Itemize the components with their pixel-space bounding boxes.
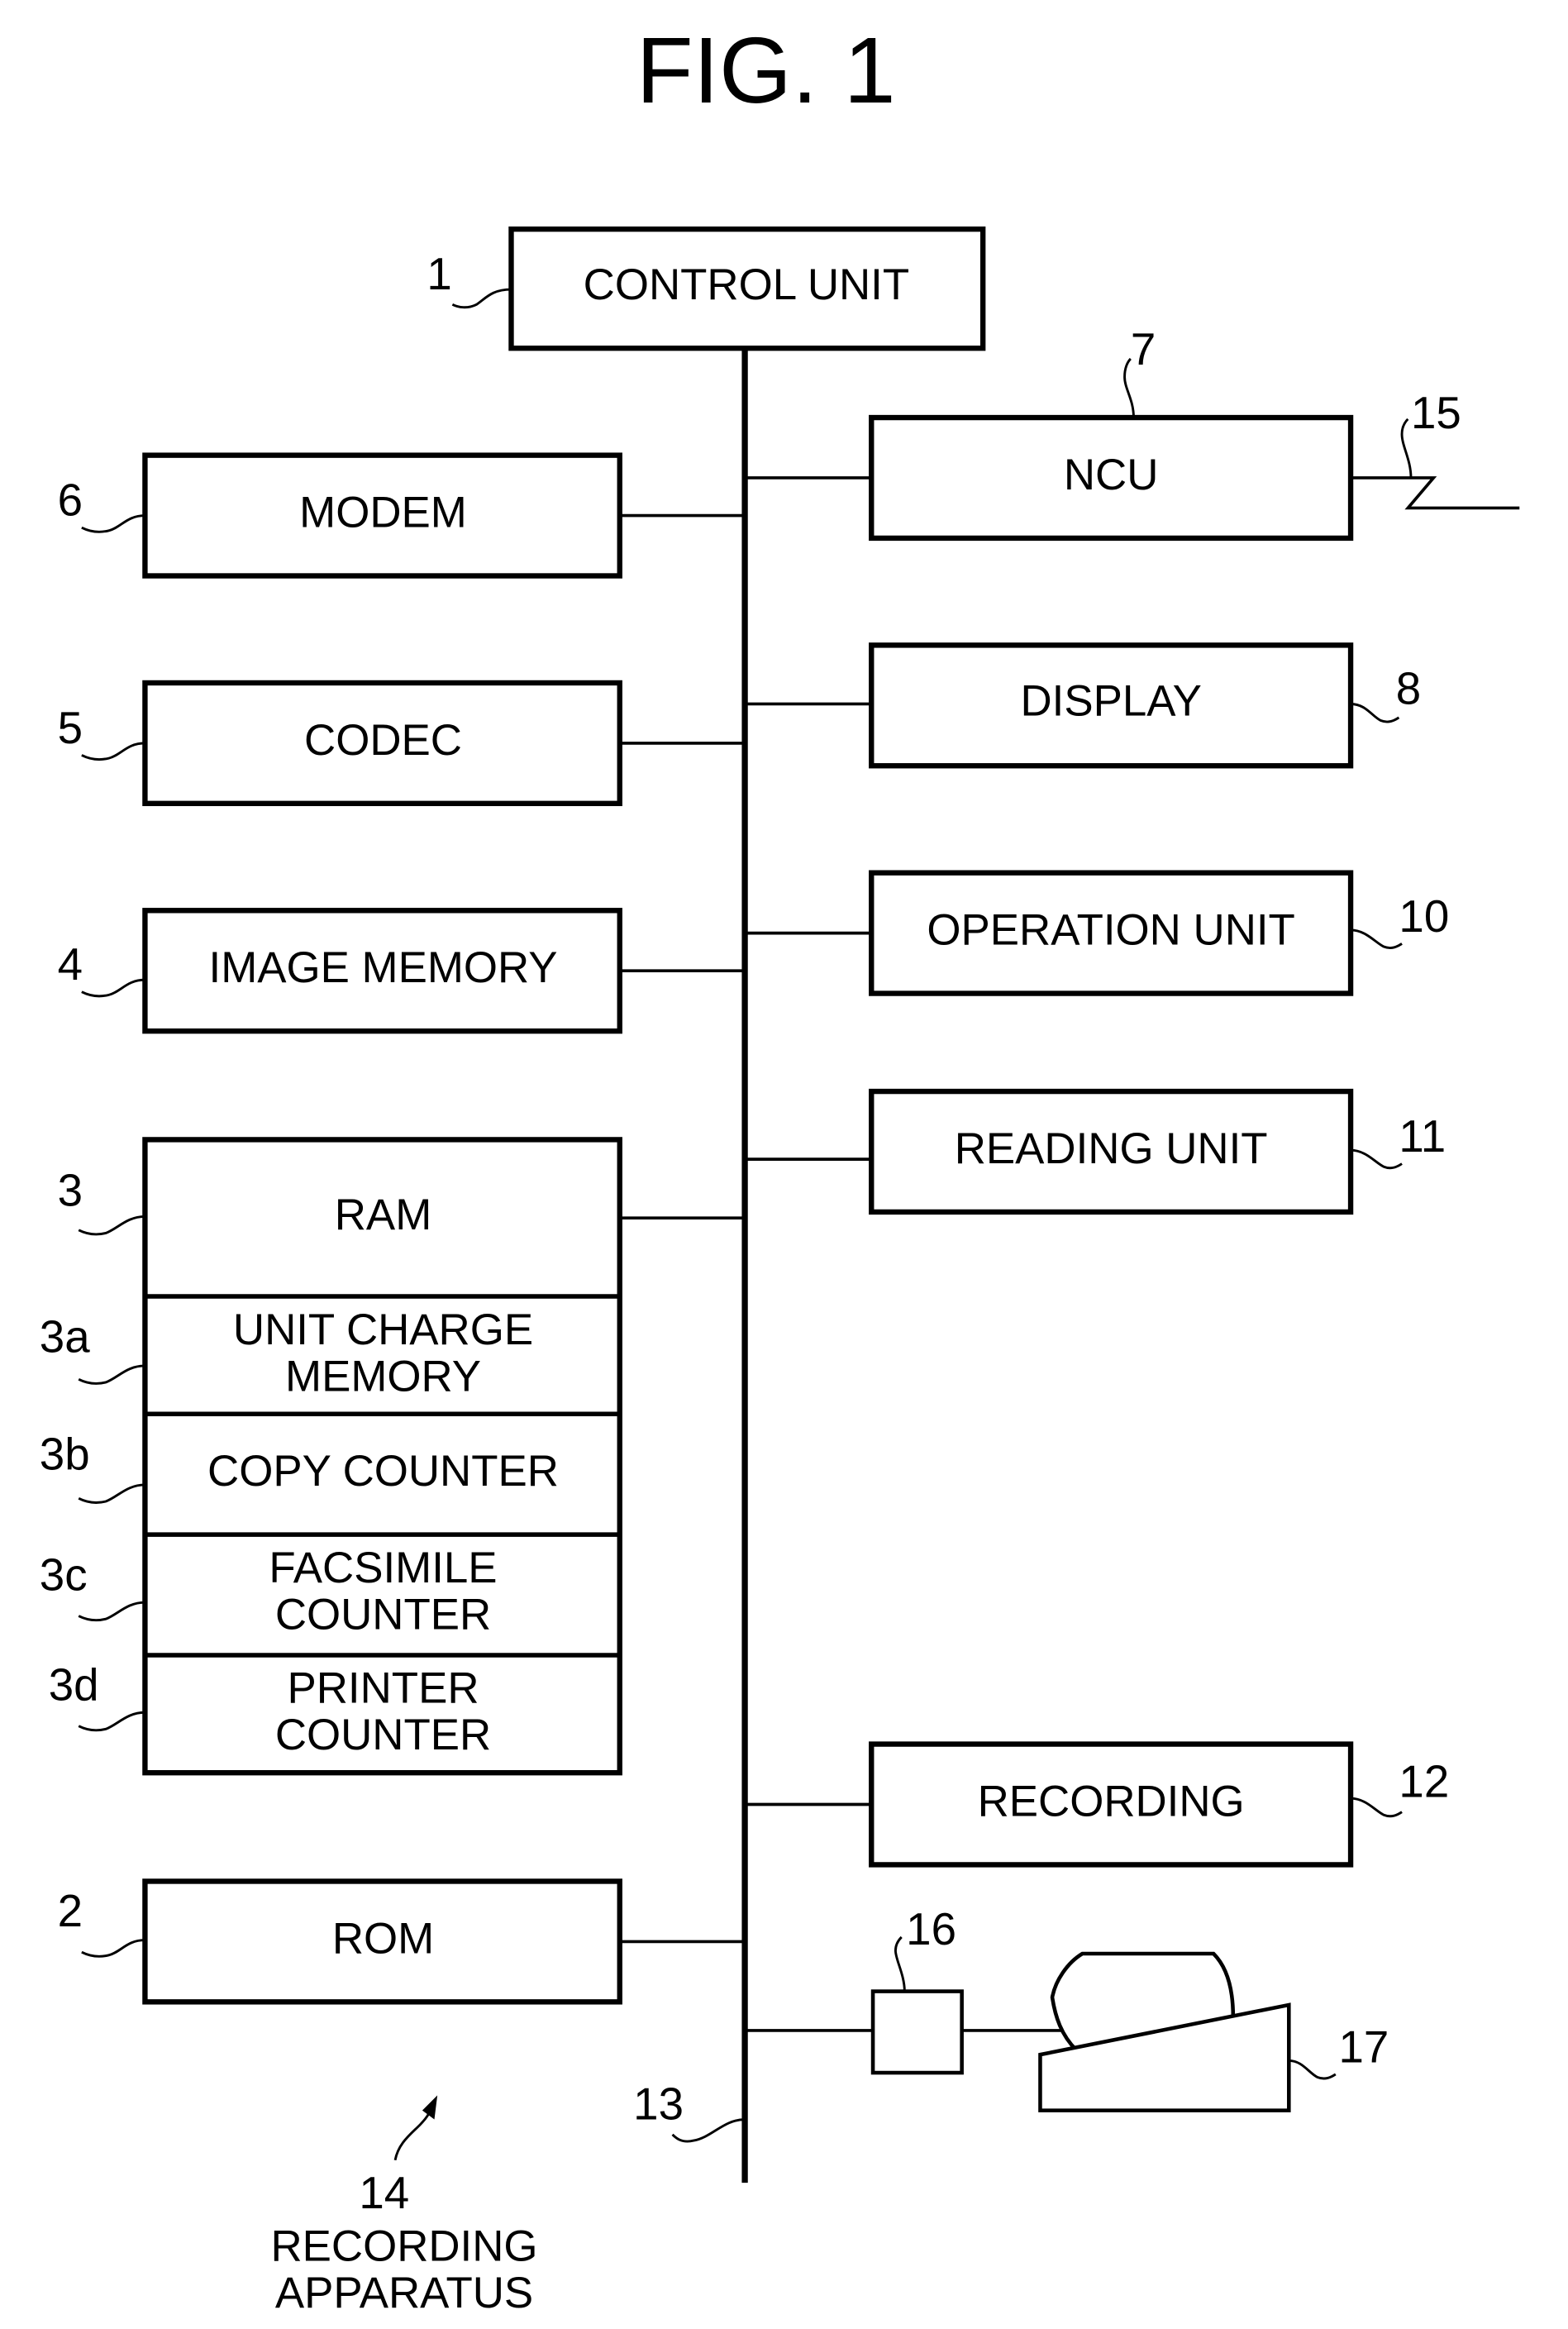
rom-label: ROM <box>332 1914 434 1963</box>
apparatus-label-line2: APPARATUS <box>275 2269 533 2317</box>
telephone-line <box>1351 476 1520 510</box>
display-ref: 8 <box>1396 662 1421 713</box>
printer-counter-ref: 3d <box>49 1659 99 1711</box>
external-device-ref: 17 <box>1338 2021 1389 2072</box>
copy-counter-leader <box>78 1483 145 1504</box>
block-diagram: FIG. 1 13 CONTROL UNIT 1 MODEM 6 CODEC 5… <box>40 18 1520 2317</box>
telephone-line-ref: 15 <box>1411 387 1461 438</box>
unit-charge-memory-ref: 3a <box>40 1311 90 1363</box>
recording-leader <box>1350 1797 1403 1818</box>
recording-ref: 12 <box>1399 1755 1449 1806</box>
copy-counter-label: COPY COUNTER <box>207 1447 559 1496</box>
display-label: DISPLAY <box>1020 676 1201 725</box>
modem-label: MODEM <box>299 489 467 537</box>
image-memory-label: IMAGE MEMORY <box>209 943 558 992</box>
ram-leader <box>78 1215 145 1236</box>
interface-block <box>870 1989 964 2075</box>
codec-leader <box>81 742 145 761</box>
interface-ref: 16 <box>906 1903 956 1954</box>
rom-ref: 2 <box>58 1885 83 1936</box>
reading-unit-leader <box>1350 1148 1403 1170</box>
codec-label: CODEC <box>304 716 462 765</box>
operation-unit-leader <box>1350 928 1403 949</box>
unit-charge-memory-line1: UNIT CHARGE <box>233 1305 533 1354</box>
facsimile-counter-ref: 3c <box>40 1549 88 1601</box>
ncu-label: NCU <box>1064 451 1159 499</box>
printer-counter-line1: PRINTER <box>287 1664 479 1713</box>
modem-ref: 6 <box>58 475 83 526</box>
reading-unit-label: READING UNIT <box>955 1124 1268 1173</box>
control-unit-leader <box>451 288 512 309</box>
reading-unit-ref: 11 <box>1399 1110 1446 1162</box>
image-memory-leader <box>81 978 145 998</box>
apparatus-label-line1: RECORDING <box>271 2222 538 2270</box>
printer-counter-line2: COUNTER <box>275 1711 491 1759</box>
image-memory-ref: 4 <box>58 938 83 990</box>
recording-label: RECORDING <box>978 1777 1245 1825</box>
ncu-ref: 7 <box>1131 323 1156 375</box>
ram-label: RAM <box>335 1191 431 1239</box>
ram-ref: 3 <box>58 1165 83 1216</box>
rom-leader <box>81 1939 145 1958</box>
facsimile-counter-line2: COUNTER <box>275 1590 491 1639</box>
operation-unit-ref: 10 <box>1399 890 1449 942</box>
bus-ref: 13 <box>633 2078 684 2130</box>
printer-counter-leader <box>78 1711 145 1732</box>
copy-counter-ref: 3b <box>40 1429 90 1480</box>
control-unit-ref: 1 <box>427 248 451 299</box>
codec-ref: 5 <box>58 702 83 753</box>
facsimile-counter-leader <box>78 1601 145 1622</box>
unit-charge-memory-leader <box>78 1364 145 1385</box>
telephone-line-leader <box>1400 418 1413 479</box>
apparatus-ref: 14 <box>359 2167 409 2218</box>
modem-leader <box>81 514 145 533</box>
operation-unit-label: OPERATION UNIT <box>927 906 1294 955</box>
control-unit-label: CONTROL UNIT <box>584 260 909 309</box>
arrow-head-icon <box>422 2095 438 2120</box>
facsimile-counter-line1: FACSIMILE <box>269 1544 497 1592</box>
display-leader <box>1350 703 1400 723</box>
interface-leader <box>894 1935 906 1992</box>
external-device-leader <box>1289 2059 1337 2080</box>
unit-charge-memory-line2: MEMORY <box>285 1352 481 1401</box>
figure-title: FIG. 1 <box>636 18 896 122</box>
